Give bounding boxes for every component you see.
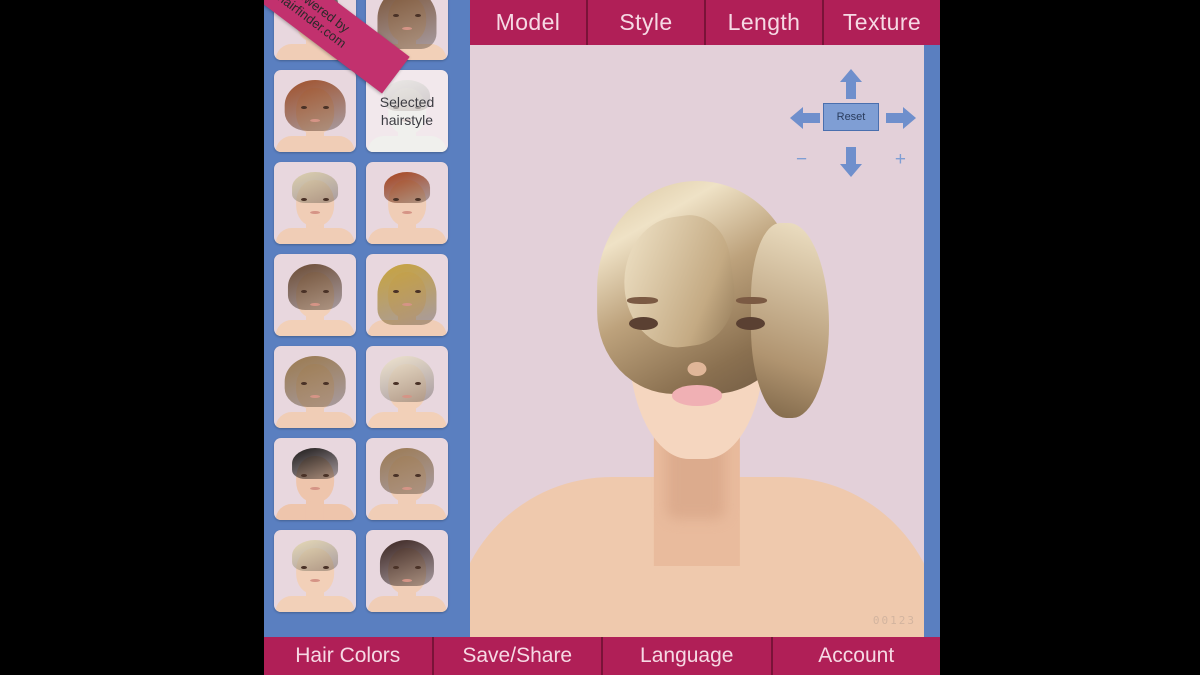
- arrow-up-icon[interactable]: [840, 69, 862, 99]
- thumb-hair: [284, 79, 346, 131]
- selected-label-line-1: Selected: [379, 93, 435, 110]
- tab-texture[interactable]: Texture: [824, 0, 940, 45]
- thumbnail-10[interactable]: [274, 438, 356, 520]
- thumb-hair: [384, 171, 430, 203]
- tab-style[interactable]: Style: [588, 0, 706, 45]
- thumb-hair: [292, 447, 338, 479]
- portrait-eyebrow-left: [626, 296, 659, 305]
- zoom-out-button[interactable]: −: [796, 149, 807, 171]
- image-position-controls: Reset − +: [790, 69, 916, 179]
- hairstyle-app-window: Model Style Length Texture Selected hairs…: [264, 0, 940, 675]
- thumb-hair: [292, 539, 338, 571]
- arrow-left-icon[interactable]: [790, 107, 820, 129]
- thumb-hair: [292, 171, 338, 203]
- thumbnail-5[interactable]: [366, 162, 448, 244]
- portrait-eyebrow-right: [735, 296, 768, 305]
- thumbnail-face: [366, 162, 448, 244]
- button-hair-colors[interactable]: Hair Colors: [264, 637, 434, 675]
- thumbnail-face: [366, 346, 448, 428]
- model-preview-area[interactable]: 00123 Reset − +: [470, 45, 932, 637]
- thumbnail-12[interactable]: [274, 530, 356, 612]
- bottom-navigation-bar: Hair Colors Save/Share Language Account: [264, 637, 940, 675]
- button-account[interactable]: Account: [772, 637, 940, 675]
- thumbnail-4[interactable]: [274, 162, 356, 244]
- thumbnail-face: [366, 254, 448, 336]
- thumbnail-grid: Selected hairstyle: [264, 0, 470, 612]
- hairstyle-thumbnail-sidebar[interactable]: Selected hairstyle Powered by hairfinder.…: [264, 0, 470, 637]
- portrait-lips: [672, 385, 722, 406]
- reset-button[interactable]: Reset: [823, 103, 879, 131]
- thumb-hair: [284, 355, 346, 407]
- thumbnail-face: [274, 254, 356, 336]
- tab-length[interactable]: Length: [706, 0, 824, 45]
- arrow-down-icon[interactable]: [840, 147, 862, 177]
- thumbnail-face: [274, 530, 356, 612]
- thumbnail-2[interactable]: [274, 70, 356, 152]
- thumbnail-7[interactable]: [366, 254, 448, 336]
- zoom-in-button[interactable]: +: [895, 149, 906, 171]
- thumbnail-face: [274, 162, 356, 244]
- arrow-right-icon[interactable]: [886, 107, 916, 129]
- thumbnail-8[interactable]: [274, 346, 356, 428]
- thumbnail-face: [274, 70, 356, 152]
- selected-label-line-2: hairstyle: [380, 112, 434, 128]
- thumbnail-face: [366, 438, 448, 520]
- button-language[interactable]: Language: [603, 637, 773, 675]
- tab-model[interactable]: Model: [470, 0, 588, 45]
- thumbnail-face: [274, 438, 356, 520]
- button-save-share[interactable]: Save/Share: [433, 637, 603, 675]
- thumbnail-9[interactable]: [366, 346, 448, 428]
- topnav-buttons: Model Style Length Texture: [470, 0, 940, 45]
- thumbnail-face: [366, 530, 448, 612]
- thumbnail-face: [274, 346, 356, 428]
- image-id-watermark: 00123: [872, 614, 916, 627]
- thumbnail-6[interactable]: [274, 254, 356, 336]
- thumbnail-11[interactable]: [366, 438, 448, 520]
- thumbnail-13[interactable]: [366, 530, 448, 612]
- screenshot-root: Model Style Length Texture Selected hairs…: [0, 0, 1200, 675]
- thumb-hair: [377, 263, 437, 325]
